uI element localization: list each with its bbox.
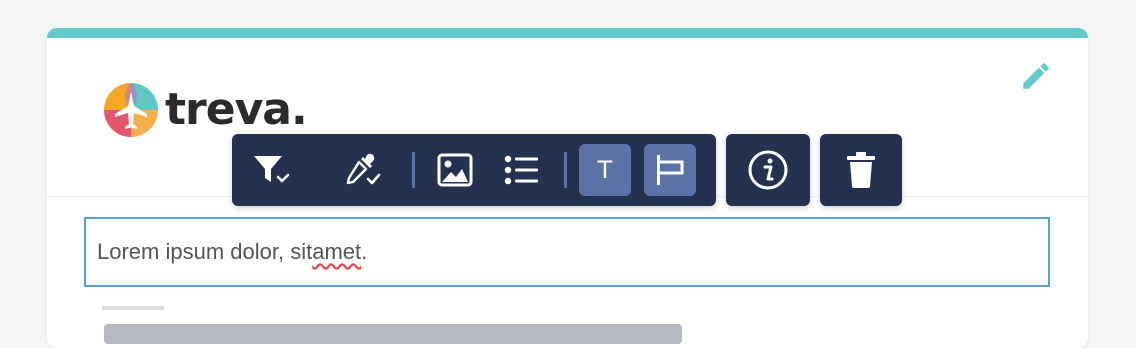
- eyedropper-check-icon: [346, 153, 381, 185]
- alignment-button[interactable]: [644, 144, 696, 196]
- delete-toolbar: [820, 134, 902, 206]
- text-icon: T: [597, 156, 613, 184]
- logo-mark-icon: [104, 83, 158, 137]
- info-button[interactable]: [742, 144, 794, 196]
- logo: treva.: [103, 82, 308, 138]
- delete-button[interactable]: [835, 144, 887, 196]
- misspelled-word: amet: [312, 239, 362, 264]
- trash-icon: [847, 152, 875, 188]
- pencil-icon: [1023, 63, 1049, 89]
- image-button[interactable]: [429, 144, 481, 196]
- text-content-suffix: .: [361, 239, 368, 264]
- filter-check-icon: [254, 156, 290, 183]
- flag-align-icon: [657, 155, 684, 185]
- color-picker-button[interactable]: [336, 144, 388, 196]
- text-block-editor[interactable]: Lorem ipsum dolor, sit amet.: [84, 217, 1050, 287]
- bulleted-list-icon: [504, 155, 538, 185]
- info-circle-icon: [748, 150, 788, 190]
- card-accent-bar: [47, 28, 1088, 38]
- block-toolbar: T: [232, 134, 716, 206]
- toolbar-separator: [412, 152, 415, 188]
- text-content-prefix: Lorem ipsum dolor, sit: [97, 239, 313, 264]
- edit-button[interactable]: [1016, 56, 1056, 96]
- toolbar-separator: [564, 152, 567, 188]
- image-icon: [437, 153, 473, 187]
- info-toolbar: [726, 134, 810, 206]
- placeholder-bar: [104, 324, 682, 344]
- filter-button[interactable]: [246, 144, 298, 196]
- text-style-button[interactable]: T: [579, 144, 631, 196]
- placeholder-line: [102, 306, 164, 310]
- list-button[interactable]: [496, 144, 548, 196]
- logo-wordmark: treva.: [165, 83, 308, 135]
